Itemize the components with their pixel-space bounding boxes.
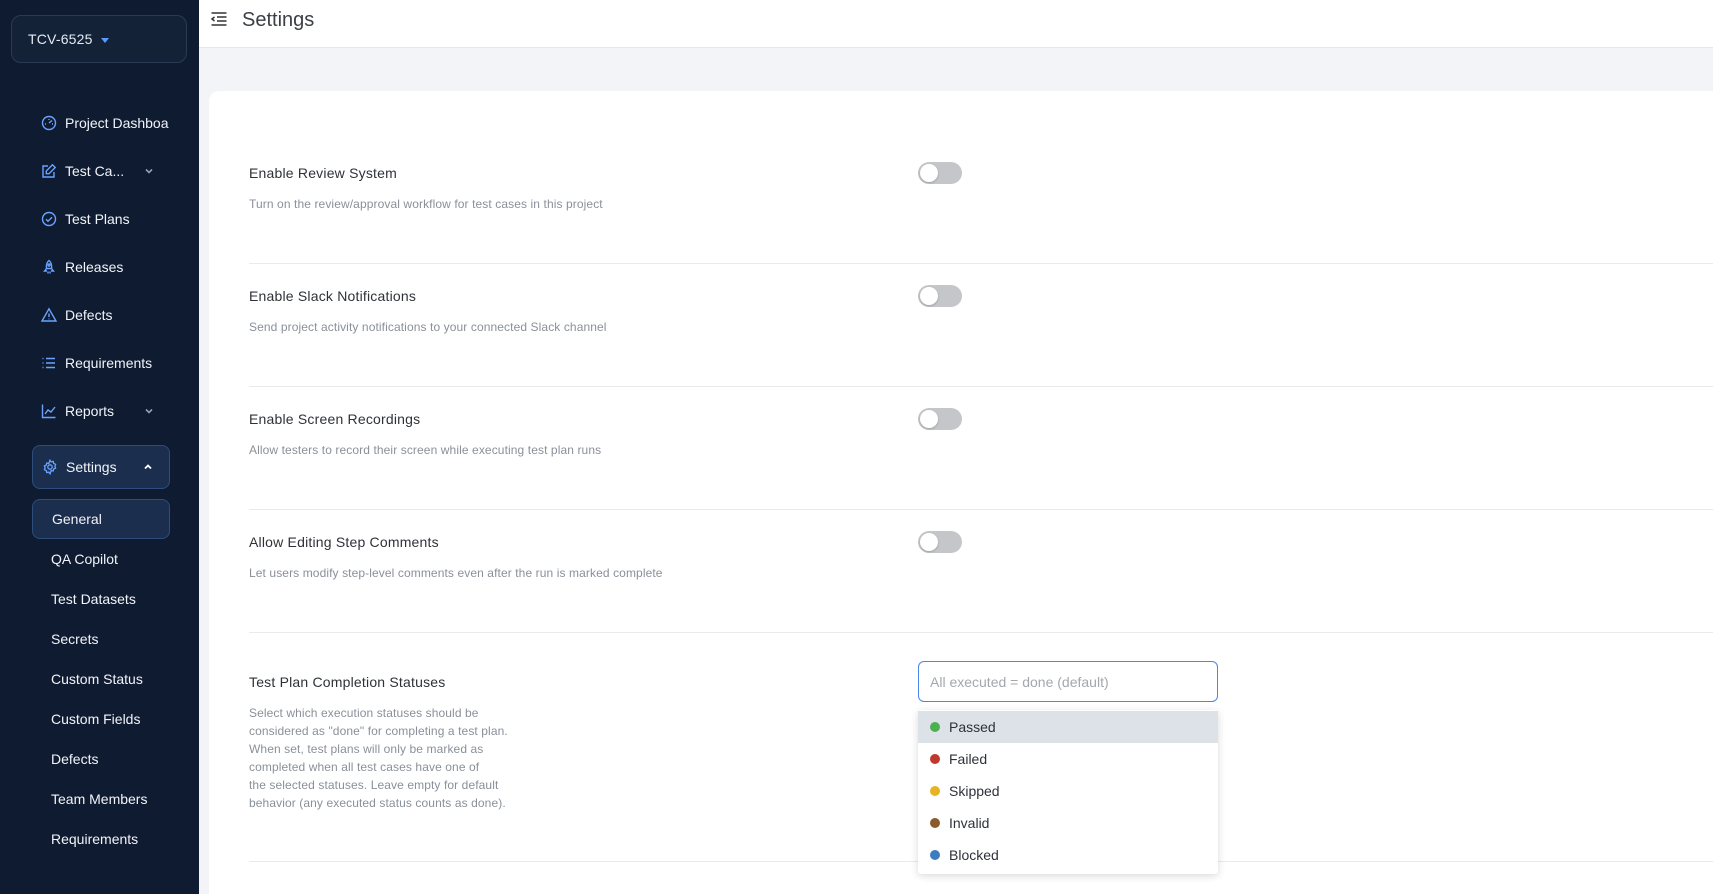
input-placeholder: All executed = done (default) [930,673,1109,690]
option-passed[interactable]: Passed [918,711,1218,743]
dashboard-icon [41,115,57,131]
status-dropdown: Passed Failed Skipped Invalid Blocked [918,710,1218,874]
setting-description: Turn on the review/approval workflow for… [249,197,603,211]
setting-review-system: Enable Review System Turn on the review/… [249,165,1713,213]
sidebar-sub-label: Test Datasets [51,591,136,607]
option-invalid[interactable]: Invalid [918,807,1218,839]
toggle-slack-notifications[interactable] [918,285,962,307]
option-failed[interactable]: Failed [918,743,1218,775]
option-label: Skipped [949,783,1000,799]
sidebar-sub-defects[interactable]: Defects [32,739,170,779]
completion-status-input[interactable]: All executed = done (default) [918,661,1218,702]
sidebar-item-label: Defects [65,307,113,323]
chevron-down-icon [145,408,153,414]
toggle-knob [920,410,938,428]
sidebar-sub-label: Secrets [51,631,99,647]
status-dot [930,850,940,860]
sidebar-item-label: Test Plans [65,211,130,227]
sidebar-sub-label: Custom Fields [51,711,141,727]
sidebar-item-settings[interactable]: Settings [32,445,170,489]
option-label: Blocked [949,847,999,863]
setting-title: Enable Review System [249,165,397,181]
status-dot [930,754,940,764]
project-name: TCV-6525 [28,31,93,47]
setting-slack-notifications: Enable Slack Notifications Send project … [249,288,1713,336]
toggle-knob [920,533,938,551]
toggle-editing-step-comments[interactable] [918,531,962,553]
project-selector[interactable]: TCV-6525 [11,15,187,63]
page-title: Settings [242,9,315,31]
setting-title: Enable Screen Recordings [249,411,421,427]
sidebar-item-requirements[interactable]: Requirements [32,341,170,385]
sidebar-sub-test-datasets[interactable]: Test Datasets [32,579,170,619]
divider [249,263,1713,264]
check-circle-icon [41,211,57,227]
sidebar-item-releases[interactable]: Releases [32,245,170,289]
sidebar-sub-custom-status[interactable]: Custom Status [32,659,170,699]
sidebar-item-test-cases[interactable]: Test Ca... [32,149,170,193]
setting-title: Enable Slack Notifications [249,288,417,304]
sidebar-item-defects[interactable]: Defects [32,293,170,337]
toggle-knob [920,287,938,305]
status-dot [930,786,940,796]
option-label: Failed [949,751,988,767]
option-skipped[interactable]: Skipped [918,775,1218,807]
sidebar: TCV-6525 Project Dashboa Test Ca... Test… [0,0,199,894]
sidebar-item-label: Settings [66,459,117,475]
setting-description: Send project activity notifications to y… [249,320,607,334]
status-dot [930,722,940,732]
sidebar-sub-qa-copilot[interactable]: QA Copilot [32,539,170,579]
sidebar-sub-requirements[interactable]: Requirements [32,819,170,859]
sidebar-item-label: Reports [65,403,115,419]
sidebar-sub-team-members[interactable]: Team Members [32,779,170,819]
sidebar-sub-label: Requirements [51,831,139,847]
divider [249,509,1713,510]
gear-icon [42,459,58,475]
sidebar-sub-label: Team Members [51,791,148,807]
sidebar-item-test-plans[interactable]: Test Plans [32,197,170,241]
sidebar-item-dashboard[interactable]: Project Dashboa [32,101,170,145]
toggle-knob [920,164,938,182]
chevron-down-icon [145,168,153,174]
rocket-icon [41,259,57,275]
option-label: Passed [949,719,996,735]
status-dot [930,818,940,828]
option-label: Invalid [949,815,990,831]
setting-title: Allow Editing Step Comments [249,534,439,550]
menu-collapse-icon[interactable] [210,10,228,28]
sidebar-item-reports[interactable]: Reports [32,389,170,433]
toggle-review-system[interactable] [918,162,962,184]
sidebar-item-label: Requirements [65,355,153,371]
chevron-up-icon [144,464,152,470]
caret-down-icon [100,37,109,43]
sidebar-sub-label: Defects [51,751,99,767]
option-blocked[interactable]: Blocked [918,839,1218,871]
sidebar-item-label: Releases [65,259,124,275]
sidebar-sub-label: Custom Status [51,671,143,687]
sidebar-item-label: Test Ca... [65,163,125,179]
list-icon [41,355,57,371]
divider [249,386,1713,387]
sidebar-sub-custom-fields[interactable]: Custom Fields [32,699,170,739]
sidebar-sub-label: QA Copilot [51,551,118,567]
sidebar-sub-secrets[interactable]: Secrets [32,619,170,659]
setting-screen-recordings: Enable Screen Recordings Allow testers t… [249,411,1713,459]
toggle-screen-recordings[interactable] [918,408,962,430]
edit-icon [41,163,57,179]
sidebar-sub-label: General [52,511,102,527]
header: Settings [199,0,1713,48]
chart-icon [41,403,57,419]
setting-editing-step-comments: Allow Editing Step Comments Let users mo… [249,534,1713,582]
divider [249,632,1713,633]
setting-description: Allow testers to record their screen whi… [249,443,602,457]
setting-description: Let users modify step-level comments eve… [249,566,663,580]
sidebar-sub-general[interactable]: General [32,499,170,539]
sidebar-item-label: Project Dashboa [65,115,169,131]
warning-icon [41,307,57,323]
